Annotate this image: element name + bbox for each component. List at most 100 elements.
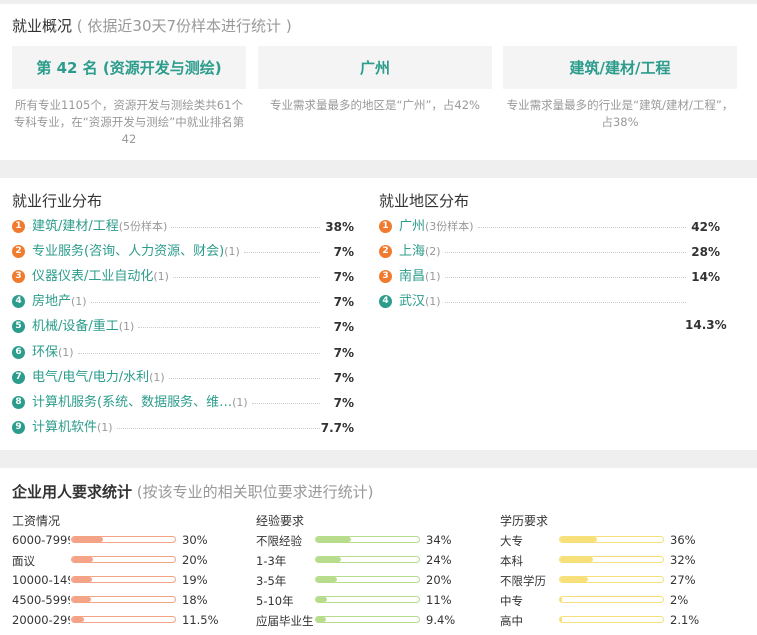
requirement-bar: [559, 616, 664, 623]
requirement-bar-fill: [72, 577, 92, 582]
requirement-label: 10000-14999: [12, 573, 70, 587]
industry-row[interactable]: 9 计算机软件(1) 7.7%: [12, 418, 354, 438]
row-count: (1): [71, 295, 87, 309]
industry-row[interactable]: 1 建筑/建材/工程(5份样本) 38%: [12, 217, 354, 237]
industry-row[interactable]: 8 计算机服务(系统、数据服务、维…(1) 7%: [12, 393, 354, 413]
requirement-bar-fill: [316, 597, 327, 602]
row-label[interactable]: 广州(3份样本): [399, 217, 474, 237]
industry-row[interactable]: 2 专业服务(咨询、人力资源、财会)(1) 7%: [12, 242, 354, 262]
row-name[interactable]: 机械/设备/重工: [32, 319, 119, 334]
row-count: (1): [118, 320, 135, 334]
rank-badge: 1: [379, 220, 392, 233]
row-percent: 7%: [333, 370, 354, 385]
row-label[interactable]: 机械/设备/重工(1): [32, 317, 134, 337]
row-count: (5份样本): [118, 220, 168, 233]
requirement-row: 5-10年 11%: [256, 591, 476, 609]
row-count: (2): [425, 245, 441, 259]
requirement-row: 高中 2.1%: [500, 611, 720, 629]
leader-dots: [117, 427, 320, 429]
rank-badge: 8: [12, 395, 25, 409]
leader-dots: [478, 227, 686, 228]
rank-badge: 4: [12, 295, 25, 309]
leader-dots: [173, 277, 320, 279]
region-row[interactable]: 2 上海(2) 28%: [379, 242, 720, 262]
requirement-bar: [559, 536, 664, 543]
leader-dots: [445, 252, 686, 254]
industry-row[interactable]: 7 电气/电气/电力/水利(1) 7%: [12, 368, 354, 388]
requirement-label: 不限经验: [256, 534, 302, 548]
requirement-row: 本科 32%: [500, 551, 720, 569]
requirement-row: 大专 36%: [500, 531, 720, 549]
rank-badge: 3: [379, 270, 392, 284]
requirement-bar: [315, 556, 420, 563]
requirement-percent: 2.1%: [670, 613, 700, 627]
row-label[interactable]: 专业服务(咨询、人力资源、财会)(1): [32, 242, 240, 262]
requirement-bar: [315, 536, 420, 543]
row-name[interactable]: 广州: [399, 219, 425, 234]
row-name[interactable]: 上海: [399, 244, 425, 259]
industry-row[interactable]: 4 房地产(1) 7%: [12, 292, 354, 312]
region-row[interactable]: 3 南昌(1) 14%: [379, 267, 720, 287]
row-count: (1): [149, 370, 165, 384]
row-label[interactable]: 计算机软件(1): [32, 418, 113, 438]
row-label[interactable]: 电气/电气/电力/水利(1): [32, 368, 165, 388]
requirement-row: 3-5年 20%: [256, 571, 476, 589]
row-count: (1): [153, 270, 169, 284]
requirement-label: 5-10年: [256, 594, 294, 608]
leader-dots: [171, 227, 320, 228]
row-label[interactable]: 南昌(1): [399, 267, 441, 287]
row-label[interactable]: 上海(2): [399, 242, 441, 262]
requirement-percent: 20%: [182, 553, 208, 567]
industry-row[interactable]: 6 环保(1) 7%: [12, 343, 354, 363]
requirement-bar: [559, 576, 664, 583]
row-name[interactable]: 计算机软件: [32, 420, 97, 435]
industry-row[interactable]: 5 机械/设备/重工(1) 7%: [12, 317, 354, 337]
rank-badge: 4: [379, 295, 392, 309]
leader-dots: [91, 302, 320, 304]
requirement-bar-fill: [560, 597, 562, 602]
rank-badge: 7: [12, 370, 25, 384]
requirement-bar-fill: [72, 597, 91, 602]
rank-badge: 2: [379, 245, 392, 259]
requirement-bar: [71, 536, 176, 543]
requirement-row: 不限经验 34%: [256, 531, 476, 549]
requirement-label: 面议: [12, 554, 35, 568]
industry-row[interactable]: 3 仪器仪表/工业自动化(1) 7%: [12, 267, 354, 287]
requirement-percent: 9.4%: [426, 613, 456, 627]
row-name[interactable]: 仪器仪表/工业自动化: [32, 269, 153, 284]
requirement-percent: 30%: [182, 533, 208, 547]
top-industry-card: 建筑/建材/工程: [503, 46, 737, 89]
industry-title: 就业行业分布: [12, 192, 103, 210]
row-name[interactable]: 南昌: [399, 269, 425, 284]
region-row[interactable]: 1 广州(3份样本) 42%: [379, 217, 720, 237]
row-name[interactable]: 建筑/建材/工程: [32, 219, 119, 234]
requirement-row: 4500-5999 18%: [12, 591, 232, 609]
row-label[interactable]: 武汉(1): [399, 292, 441, 312]
region-row[interactable]: 4 武汉(1): [379, 292, 720, 312]
requirement-percent: 36%: [670, 533, 696, 547]
requirement-label: 6000-7999: [12, 533, 70, 547]
requirements-subtitle: (按该专业的相关职位要求进行统计): [136, 483, 374, 501]
row-label[interactable]: 计算机服务(系统、数据服务、维…(1): [32, 393, 248, 413]
requirements-panel: 企业用人要求统计 (按该专业的相关职位要求进行统计) 工资情况 6000-7999…: [0, 468, 757, 635]
row-label[interactable]: 仪器仪表/工业自动化(1): [32, 267, 169, 287]
row-name[interactable]: 房地产: [32, 294, 71, 309]
row-name[interactable]: 武汉: [399, 294, 425, 309]
row-name[interactable]: 电气/电气/电力/水利: [32, 370, 149, 385]
requirement-percent: 18%: [182, 593, 208, 607]
row-name[interactable]: 专业服务(咨询、人力资源、财会): [32, 244, 224, 259]
requirement-percent: 24%: [426, 553, 452, 567]
row-label[interactable]: 建筑/建材/工程(5份样本): [32, 217, 167, 237]
row-label[interactable]: 环保(1): [32, 343, 74, 363]
requirement-bar-fill: [560, 577, 588, 582]
row-percent: 7%: [333, 320, 354, 335]
requirement-bar: [559, 556, 664, 563]
row-count: (1): [58, 345, 74, 359]
row-name[interactable]: 计算机服务(系统、数据服务、维…: [32, 395, 232, 410]
leader-dots: [445, 302, 686, 304]
row-name[interactable]: 环保: [32, 345, 58, 360]
requirement-bar: [71, 596, 176, 603]
row-count: (1): [425, 295, 441, 309]
leader-dots: [445, 277, 686, 279]
row-label[interactable]: 房地产(1): [32, 292, 87, 312]
